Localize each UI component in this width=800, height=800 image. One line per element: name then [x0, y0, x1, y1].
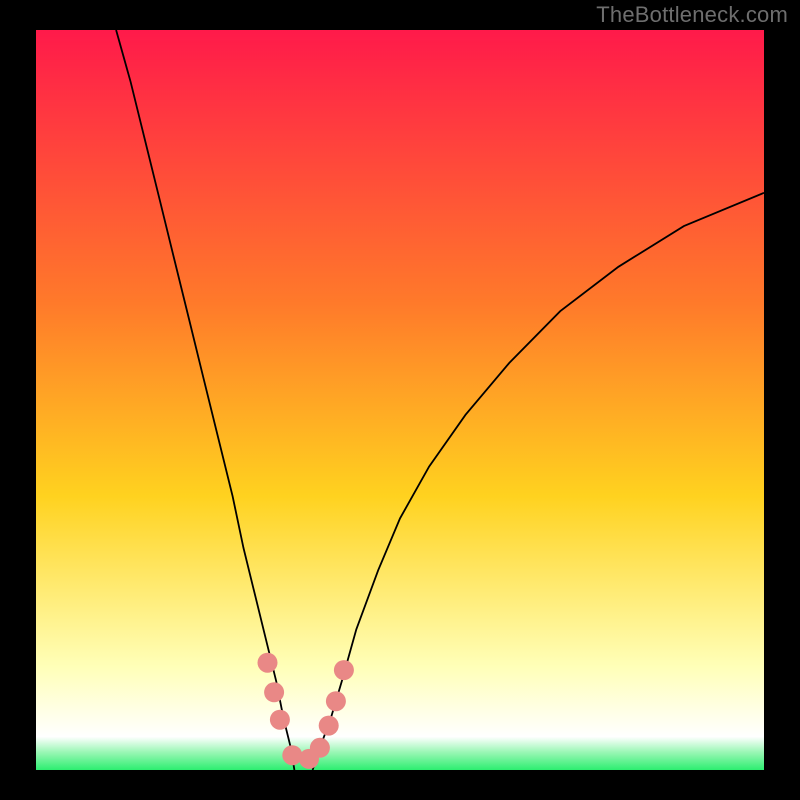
data-marker	[264, 682, 284, 702]
data-marker	[270, 710, 290, 730]
data-marker	[282, 745, 302, 765]
data-marker	[334, 660, 354, 680]
chart-svg	[36, 30, 764, 770]
plot-area	[36, 30, 764, 770]
data-marker	[326, 691, 346, 711]
watermark-text: TheBottleneck.com	[596, 2, 788, 28]
chart-frame: TheBottleneck.com	[0, 0, 800, 800]
data-marker	[258, 653, 278, 673]
data-marker	[319, 716, 339, 736]
data-marker	[310, 738, 330, 758]
